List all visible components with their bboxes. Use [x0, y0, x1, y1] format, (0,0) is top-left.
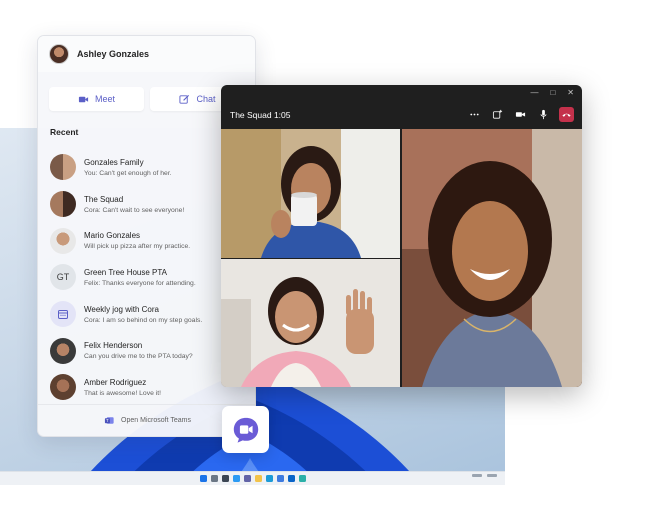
taskbar [0, 471, 505, 485]
chat-preview: Can you drive me to the PTA today? [84, 353, 193, 361]
minimize-icon[interactable]: — [530, 88, 538, 97]
hang-up-icon [562, 113, 571, 117]
chat-name: Weekly jog with Cora [84, 304, 159, 314]
avatar [50, 227, 76, 254]
video-tile-participant-3[interactable] [402, 129, 582, 387]
more-icon[interactable] [467, 108, 481, 122]
meet-button[interactable]: Meet [49, 87, 144, 111]
video-tile-participant-1[interactable] [221, 129, 400, 258]
system-tray[interactable] [472, 474, 497, 477]
meet-label: Meet [94, 94, 115, 104]
initials-avatar: GT [50, 264, 76, 291]
open-teams-label: Open Microsoft Teams [121, 417, 191, 424]
chat-name: Amber Rodriguez [84, 377, 147, 387]
chat-preview: Cora: I am so behind on my step goals. [84, 316, 203, 324]
file-explorer-icon[interactable] [254, 475, 262, 482]
teams-chat-icon[interactable] [243, 475, 251, 482]
meet-now-button[interactable] [222, 406, 269, 453]
widgets-icon[interactable] [232, 475, 240, 482]
user-name: Ashley Gonzales [77, 49, 150, 59]
search-icon[interactable] [210, 475, 218, 482]
call-window: — □ ✕ The Squad 1:05 [221, 85, 582, 387]
chat-preview: Will pick up pizza after my practice. [84, 243, 191, 251]
recent-heading: Recent [50, 127, 79, 137]
maximize-icon[interactable]: □ [550, 88, 555, 97]
call-title: The Squad 1:05 [230, 109, 291, 120]
add-people-icon[interactable] [490, 108, 504, 122]
video-tile-participant-2[interactable] [221, 259, 400, 387]
start-icon[interactable] [199, 475, 207, 482]
chat-name: Felix Henderson [84, 341, 143, 351]
chat-preview: That is awesome! Love it! [84, 389, 162, 397]
chat-name: Green Tree House PTA [84, 267, 167, 277]
avatar [50, 374, 76, 401]
video-camera-icon [78, 96, 89, 102]
chat-preview: Felix: Thanks everyone for attending. [84, 279, 196, 287]
window-titlebar: — □ ✕ [221, 85, 582, 100]
close-icon[interactable]: ✕ [567, 88, 574, 97]
chat-name: Mario Gonzales [84, 231, 141, 241]
mic-icon[interactable] [536, 108, 550, 122]
camera-icon[interactable] [513, 108, 527, 122]
chat-label: Chat [196, 94, 216, 104]
group-avatar [50, 154, 76, 181]
hang-up-button[interactable] [559, 107, 574, 122]
group-avatar [50, 191, 76, 218]
teams-logo-icon: T [104, 417, 114, 424]
chat-name: Gonzales Family [84, 157, 144, 167]
calendar-icon [58, 310, 68, 320]
avatar [50, 337, 76, 364]
photos-icon[interactable] [298, 475, 306, 482]
calendar-avatar [50, 301, 76, 328]
mail-icon[interactable] [287, 475, 295, 482]
call-toolbar: The Squad 1:05 [221, 100, 582, 129]
avatar[interactable] [49, 44, 69, 64]
panel-header: Ashley Gonzales [38, 36, 255, 72]
chat-preview: You: Can't get enough of her. [84, 169, 172, 177]
task-view-icon[interactable] [221, 475, 229, 482]
teams-meet-icon [233, 417, 258, 443]
store-icon[interactable] [276, 475, 284, 482]
edge-icon[interactable] [265, 475, 273, 482]
compose-icon [179, 94, 190, 104]
chat-preview: Cora: Can't wait to see everyone! [84, 206, 185, 214]
chat-name: The Squad [84, 194, 124, 204]
video-grid [221, 129, 582, 387]
